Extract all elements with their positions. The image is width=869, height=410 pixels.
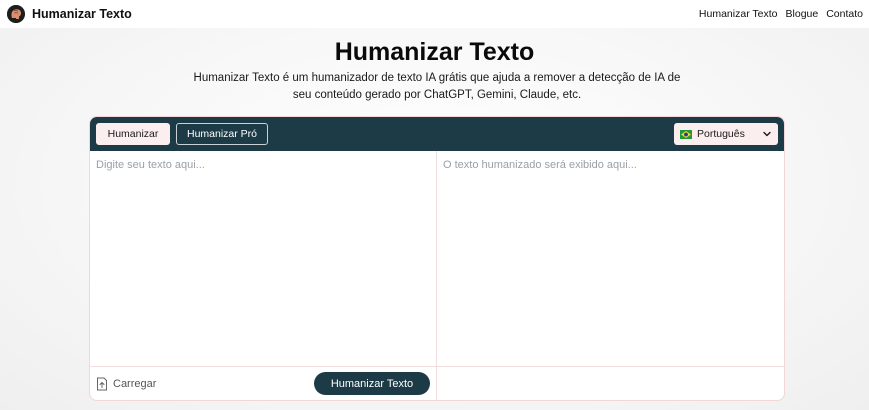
output-placeholder: O texto humanizado será exibido aqui... — [443, 159, 637, 171]
output-pane: O texto humanizado será exibido aqui... — [437, 151, 784, 400]
page-title: Humanizar Texto — [334, 38, 535, 66]
input-textarea[interactable] — [90, 151, 436, 366]
nav-link-blogue[interactable]: Blogue — [786, 8, 819, 20]
brand[interactable]: Humanizar Texto — [7, 5, 132, 23]
humanize-submit-button[interactable]: Humanizar Texto — [314, 372, 430, 395]
page-subtitle: Humanizar Texto é um humanizador de text… — [193, 72, 681, 101]
main-nav: Humanizar Texto Blogue Contato — [699, 8, 863, 20]
chevron-down-icon — [763, 131, 771, 137]
mode-tabs: Humanizar Humanizar Pró — [96, 123, 268, 145]
upload-button[interactable]: Carregar — [96, 377, 156, 391]
editor-panes: Carregar Humanizar Texto O texto humaniz… — [90, 151, 784, 400]
humanizer-tool: Humanizar Humanizar Pró Português Digite… — [89, 116, 785, 401]
nav-link-contato[interactable]: Contato — [826, 8, 863, 20]
upload-icon — [97, 377, 107, 390]
brain-head-icon — [7, 5, 25, 23]
brand-name: Humanizar Texto — [32, 7, 132, 21]
upload-label: Carregar — [113, 377, 157, 390]
tab-humanizar-pro[interactable]: Humanizar Pró — [176, 123, 268, 145]
language-select[interactable]: Português — [674, 123, 778, 145]
tool-header: Humanizar Humanizar Pró Português — [90, 117, 784, 151]
nav-link-humanizar-texto[interactable]: Humanizar Texto — [699, 8, 778, 20]
language-label: Português — [697, 128, 745, 140]
input-footer: Carregar Humanizar Texto — [90, 366, 436, 400]
top-navbar: Humanizar Texto Humanizar Texto Blogue C… — [0, 0, 869, 28]
brazil-flag-icon — [680, 129, 692, 139]
output-footer — [437, 366, 784, 400]
tab-humanizar[interactable]: Humanizar — [96, 123, 170, 145]
input-pane: Carregar Humanizar Texto — [90, 151, 437, 400]
